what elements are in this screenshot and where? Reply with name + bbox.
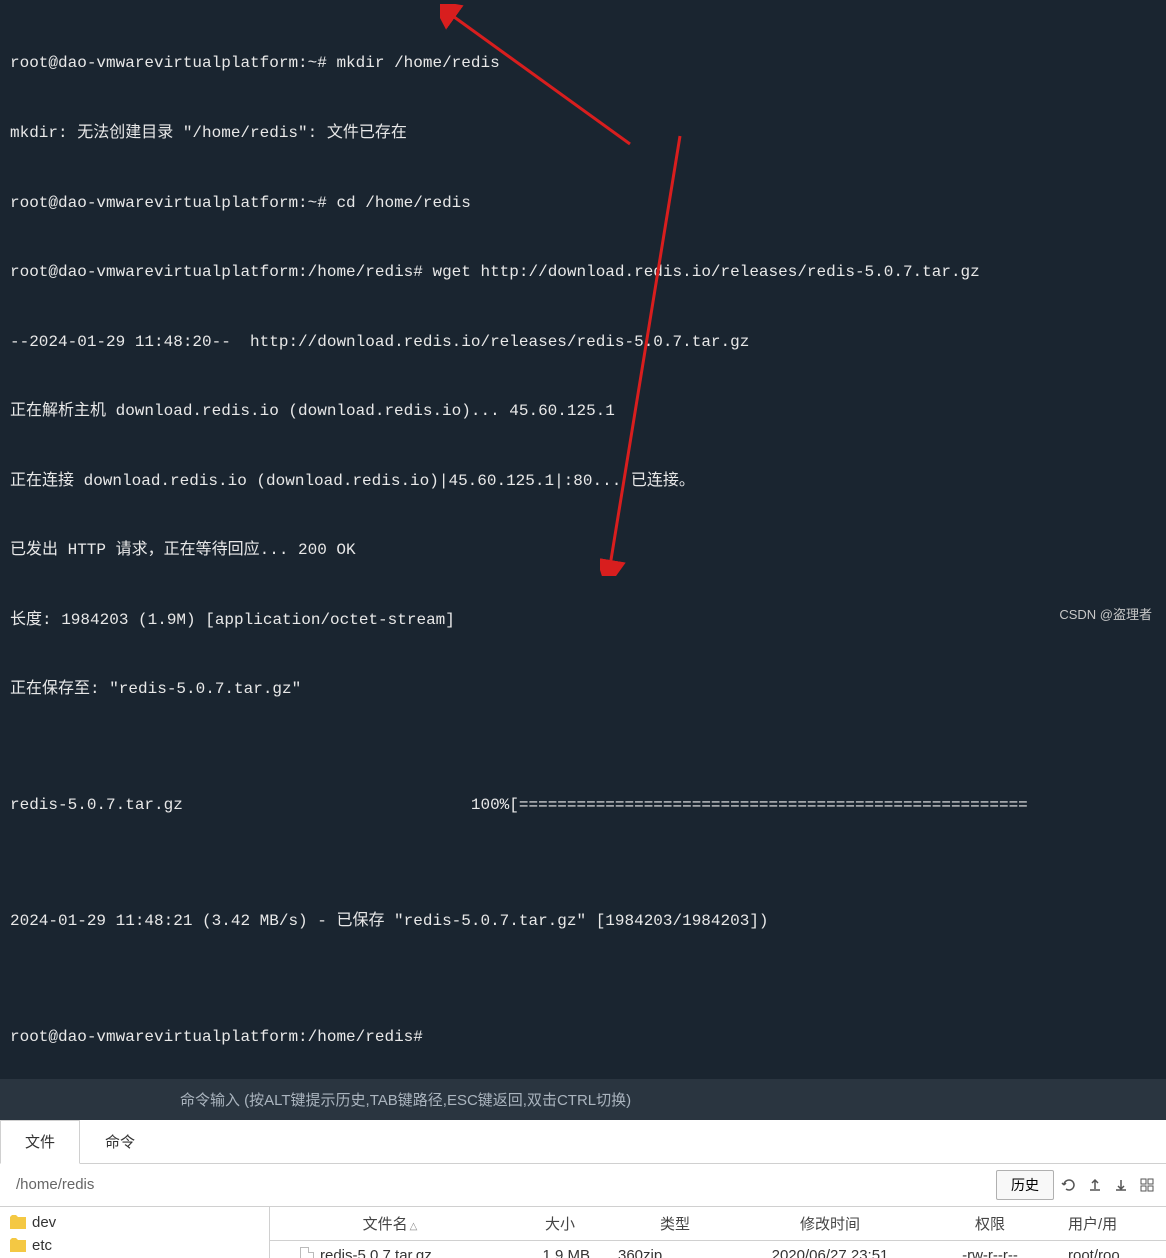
tree-item-label: dev (32, 1214, 56, 1231)
terminal-line: 已发出 HTTP 请求，正在等待回应... 200 OK (10, 539, 1156, 562)
history-button[interactable]: 历史 (996, 1170, 1054, 1200)
file-table: 文件名△ 大小 类型 修改时间 权限 用户/用 redis-5.0.7.tar.… (270, 1207, 1166, 1258)
tree-item-etc[interactable]: etc (0, 1234, 269, 1257)
col-user[interactable]: 用户/用 (1060, 1207, 1150, 1240)
download-icon[interactable] (1110, 1174, 1132, 1196)
cell-size: 1.9 MB (510, 1241, 610, 1258)
folder-icon (10, 1215, 26, 1229)
sort-asc-icon: △ (410, 1221, 418, 1232)
table-header: 文件名△ 大小 类型 修改时间 权限 用户/用 (270, 1207, 1166, 1241)
terminal-line: redis-5.0.7.tar.gz 100%[================… (10, 794, 1156, 817)
path-input[interactable]: /home/redis (8, 1172, 996, 1197)
tree-item-dev[interactable]: dev (0, 1211, 269, 1234)
path-actions: 历史 (996, 1170, 1158, 1200)
terminal-line: root@dao-vmwarevirtualplatform:~# mkdir … (10, 52, 1156, 75)
cell-name: redis-5.0.7.tar.gz (270, 1241, 510, 1258)
terminal-line: root@dao-vmwarevirtualplatform:~# cd /ho… (10, 192, 1156, 215)
terminal-line: 正在保存至: "redis-5.0.7.tar.gz" (10, 678, 1156, 701)
file-explorer: dev etc home 文件名△ 大小 类型 修改时间 权限 用户/用 red… (0, 1207, 1166, 1258)
terminal-line: root@dao-vmwarevirtualplatform:/home/red… (10, 261, 1156, 284)
cell-user: root/roo (1060, 1241, 1150, 1258)
terminal-line: root@dao-vmwarevirtualplatform:/home/red… (10, 1026, 1156, 1049)
tab-command[interactable]: 命令 (80, 1120, 160, 1163)
tab-file[interactable]: 文件 (0, 1120, 80, 1164)
col-name[interactable]: 文件名△ (270, 1207, 510, 1240)
terminal-output: root@dao-vmwarevirtualplatform:~# mkdir … (0, 0, 1166, 1079)
terminal-line: 正在解析主机 download.redis.io (download.redis… (10, 400, 1156, 423)
terminal-line: mkdir: 无法创建目录 "/home/redis": 文件已存在 (10, 122, 1156, 145)
col-time[interactable]: 修改时间 (740, 1207, 920, 1240)
cell-time: 2020/06/27 23:51 (740, 1241, 920, 1258)
terminal-line: --2024-01-29 11:48:20-- http://download.… (10, 331, 1156, 354)
cell-type: 360zip (610, 1241, 740, 1258)
watermark: CSDN @盗理者 (1059, 604, 1152, 623)
tabs-row: 文件 命令 (0, 1120, 1166, 1164)
col-type[interactable]: 类型 (610, 1207, 740, 1240)
col-size[interactable]: 大小 (510, 1207, 610, 1240)
command-input-placeholder: 命令输入 (按ALT键提示历史,TAB键路径,ESC键返回,双击CTRL切换) (180, 1092, 631, 1109)
terminal-line: 2024-01-29 11:48:21 (3.42 MB/s) - 已保存 "r… (10, 910, 1156, 933)
cell-perm: -rw-r--r-- (920, 1241, 1060, 1258)
tree-item-home[interactable]: home (0, 1257, 269, 1258)
command-input-bar[interactable]: 命令输入 (按ALT键提示历史,TAB键路径,ESC键返回,双击CTRL切换) (0, 1079, 1166, 1120)
refresh-icon[interactable] (1058, 1174, 1080, 1196)
folder-icon (10, 1238, 26, 1252)
terminal-line: 正在连接 download.redis.io (download.redis.i… (10, 470, 1156, 493)
col-perm[interactable]: 权限 (920, 1207, 1060, 1240)
file-icon (300, 1247, 314, 1258)
file-name: redis-5.0.7.tar.gz (320, 1247, 432, 1258)
path-bar: /home/redis 历史 (0, 1164, 1166, 1207)
tree-item-label: etc (32, 1237, 52, 1254)
settings-icon[interactable] (1136, 1174, 1158, 1196)
table-row[interactable]: redis-5.0.7.tar.gz 1.9 MB 360zip 2020/06… (270, 1241, 1166, 1258)
folder-tree: dev etc home (0, 1207, 270, 1258)
upload-icon[interactable] (1084, 1174, 1106, 1196)
